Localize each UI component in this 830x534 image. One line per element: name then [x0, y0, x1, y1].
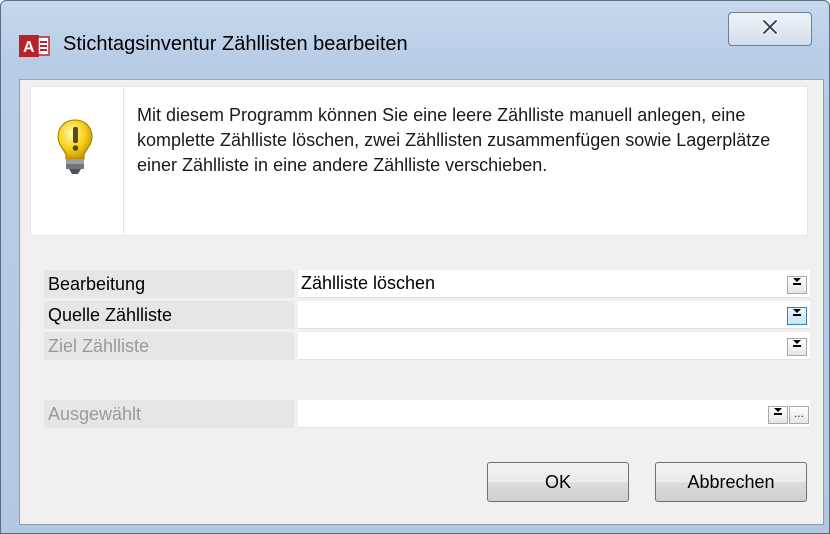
chevron-down-icon	[773, 402, 783, 420]
ausgewaehlt-dropdown-button[interactable]	[768, 406, 788, 424]
ziel-label: Ziel Zählliste	[44, 332, 294, 360]
info-panel: Mit diesem Programm können Sie eine leer…	[30, 86, 808, 236]
close-icon	[761, 18, 779, 40]
window-title: Stichtagsinventur Zähllisten bearbeiten	[63, 33, 408, 55]
row-ziel: Ziel Zählliste	[44, 332, 810, 362]
row-quelle: Quelle Zählliste	[44, 301, 810, 331]
quelle-dropdown-button[interactable]	[787, 307, 807, 325]
chevron-down-icon	[792, 303, 802, 321]
close-button[interactable]	[728, 12, 812, 46]
quelle-label: Quelle Zählliste	[44, 301, 294, 329]
title-bar[interactable]: A Stichtagsinventur Zähllisten bearbeite…	[1, 1, 829, 79]
chevron-down-icon	[792, 334, 802, 352]
lightbulb-icon	[57, 119, 93, 177]
access-app-icon: A	[19, 33, 51, 59]
bearbeitung-combobox[interactable]: Zählliste löschen	[298, 270, 810, 298]
chevron-down-icon	[792, 272, 802, 290]
quelle-combobox[interactable]	[298, 301, 810, 329]
bearbeitung-label: Bearbeitung	[44, 270, 294, 298]
bearbeitung-dropdown-button[interactable]	[787, 276, 807, 294]
ziel-combobox[interactable]	[298, 332, 810, 360]
ausgewaehlt-combobox[interactable]	[298, 400, 810, 428]
dialog-window: A Stichtagsinventur Zähllisten bearbeite…	[0, 0, 830, 534]
ziel-dropdown-button[interactable]	[787, 338, 807, 356]
ausgewaehlt-ellipsis-button[interactable]: ...	[789, 406, 809, 424]
ausgewaehlt-label: Ausgewählt	[44, 400, 294, 428]
ok-button[interactable]: OK	[487, 462, 629, 502]
info-text: Mit diesem Programm können Sie eine leer…	[137, 105, 771, 175]
svg-text:A: A	[23, 39, 35, 56]
row-bearbeitung: Bearbeitung Zählliste löschen	[44, 270, 810, 300]
row-ausgewaehlt: Ausgewählt ...	[44, 400, 810, 430]
dialog-body: Mit diesem Programm können Sie eine leer…	[19, 79, 824, 525]
info-divider	[123, 87, 124, 235]
cancel-button[interactable]: Abbrechen	[655, 462, 807, 502]
